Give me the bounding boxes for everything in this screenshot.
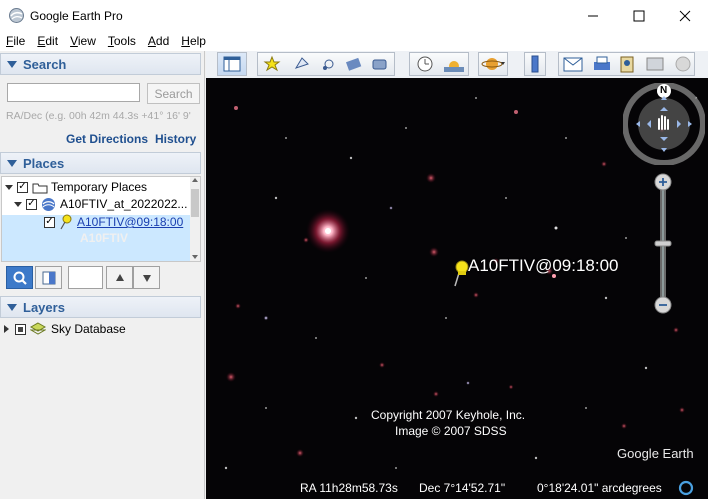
google-earth-watermark: Google Earth [617, 446, 694, 461]
tree-label-folder: A10FTIV_at_2022022... [60, 197, 188, 211]
window-title: Google Earth Pro [30, 9, 123, 23]
email-print-tools-icons [563, 56, 691, 73]
checkbox-folder[interactable]: ✓ [26, 198, 37, 210]
tree-row-folder[interactable]: ✓ A10FTIV_at_2022022... [14, 196, 187, 212]
places-heading: Places [23, 155, 65, 171]
planet-icon [481, 58, 505, 70]
clock-sun-icons [417, 56, 464, 72]
status-bar: RA 11h28m58.73s Dec 7°14'52.71" 0°18'24.… [206, 477, 708, 499]
history-link[interactable]: History [155, 132, 196, 146]
places-filter-input[interactable] [68, 266, 103, 289]
status-declination: Dec 7°14'52.71" [419, 481, 506, 495]
move-up-button[interactable] [106, 266, 133, 289]
search-panel-header[interactable]: Search [0, 53, 201, 75]
arrow-up-icon [115, 273, 124, 281]
zoom-slider[interactable] [650, 171, 676, 317]
sidebar-toggle-button[interactable] [217, 52, 247, 76]
streaming-progress-icon [678, 480, 694, 496]
menu-add[interactable]: Add [142, 31, 175, 51]
status-right-ascension: RA 11h28m58.73s [300, 481, 398, 495]
tree-placemark-snippet: A10FTIV [80, 231, 129, 245]
checkbox-sky-database[interactable] [15, 323, 26, 335]
main-toolbar [206, 51, 708, 78]
map-view[interactable]: A10FTIV@09:18:00 N Copyright 2007 Keyhol… [206, 78, 708, 499]
panel-toggle-icon [42, 271, 55, 284]
search-heading: Search [23, 56, 67, 72]
menu-tools[interactable]: Tools [102, 31, 142, 51]
places-toolbar [0, 263, 201, 293]
places-panel-header[interactable]: Places [0, 152, 201, 174]
close-button[interactable] [662, 0, 708, 31]
copyright-keyhole: Copyright 2007 Keyhole, Inc. [371, 408, 526, 422]
minimize-button[interactable] [570, 0, 616, 31]
add-tools-icons [263, 55, 387, 72]
placemark-label[interactable]: A10FTIV@09:18:00 [468, 256, 619, 276]
history-sun-group [409, 52, 469, 76]
magnifier-icon [13, 271, 27, 285]
compass-north-label: N [660, 85, 668, 96]
ruler-button[interactable] [524, 52, 546, 76]
tree-label-temporary-places: Temporary Places [51, 180, 148, 194]
tree-scrollbar[interactable] [190, 177, 200, 261]
tree-row-placemark[interactable]: ✓ A10FTIV@09:18:00 [44, 214, 183, 230]
expand-arrow-icon[interactable] [5, 184, 13, 190]
layer-label-sky-database: Sky Database [51, 322, 126, 336]
menu-view[interactable]: View [64, 31, 102, 51]
tree-label-placemark[interactable]: A10FTIV@09:18:00 [77, 215, 183, 229]
layers-stack-icon [30, 322, 46, 335]
google-earth-logo-icon [9, 8, 24, 23]
search-input[interactable] [7, 83, 140, 102]
places-tree: ✓ Temporary Places ✓ A10FTIV_at_2022022.… [1, 176, 201, 262]
expand-arrow-icon[interactable] [4, 325, 9, 333]
share-tools-group [558, 52, 695, 76]
status-field-of-view: 0°18'24.01" arcdegrees [537, 481, 662, 495]
add-tools-group [257, 52, 395, 76]
menu-bar: File Edit View Tools Add Help [0, 31, 708, 51]
collapse-triangle-icon [7, 303, 17, 311]
layer-row-sky-database[interactable]: Sky Database [4, 321, 126, 337]
maximize-button[interactable] [616, 0, 662, 31]
title-bar: Google Earth Pro [0, 0, 708, 31]
checkbox-placemark[interactable]: ✓ [44, 216, 55, 228]
get-directions-link[interactable]: Get Directions [66, 132, 148, 146]
network-globe-icon [42, 197, 55, 211]
copyright-sdss: Image © 2007 SDSS [395, 424, 507, 438]
collapse-triangle-icon [7, 60, 17, 68]
search-button[interactable]: Search [147, 83, 200, 104]
menu-file[interactable]: File [0, 31, 31, 51]
menu-edit[interactable]: Edit [31, 31, 64, 51]
sidebar-icon [223, 56, 241, 72]
layers-heading: Layers [23, 299, 65, 315]
search-places-button[interactable] [6, 266, 33, 289]
ruler-icon [531, 55, 539, 73]
expand-arrow-icon[interactable] [14, 201, 22, 207]
menu-help[interactable]: Help [175, 31, 212, 51]
search-hint: RA/Dec (e.g. 00h 42m 44.3s +41° 16' 9' [6, 110, 191, 122]
toggle-view-button[interactable] [35, 266, 62, 289]
tree-row-temporary-places[interactable]: ✓ Temporary Places [5, 179, 147, 195]
layers-panel-header[interactable]: Layers [0, 296, 201, 318]
pushpin-icon [60, 214, 72, 230]
collapse-triangle-icon [7, 159, 17, 167]
folder-icon [32, 183, 48, 193]
arrow-down-icon [142, 274, 151, 282]
checkbox-temporary-places[interactable]: ✓ [17, 181, 28, 193]
switch-planet-button[interactable] [478, 52, 508, 76]
move-down-button[interactable] [133, 266, 160, 289]
